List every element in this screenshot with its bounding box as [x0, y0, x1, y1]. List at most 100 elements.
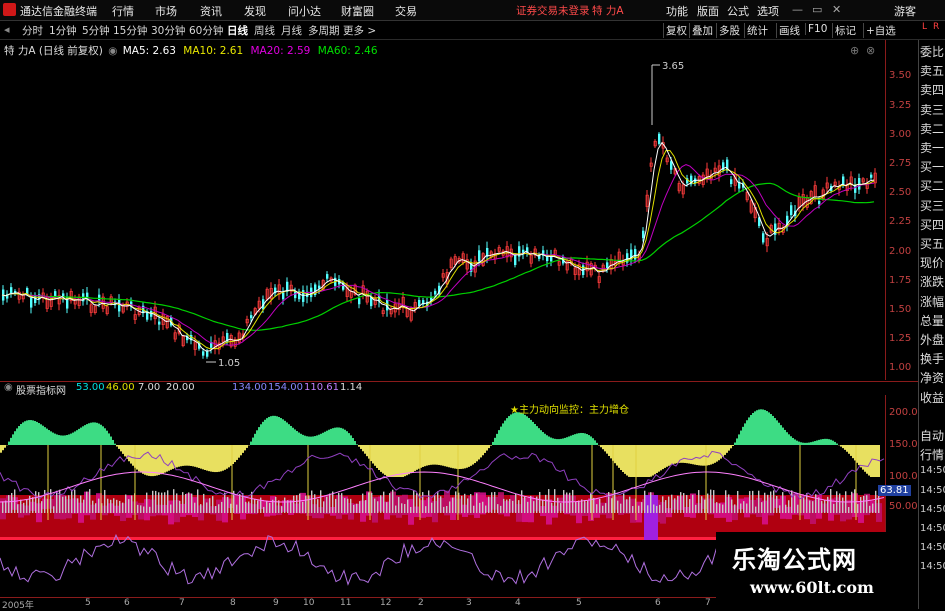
btn-biaoji[interactable]: 标记 [832, 23, 858, 38]
btn-zixuan[interactable]: +自选 [863, 23, 898, 38]
grey-bar [695, 505, 696, 513]
menu-jiaoyi[interactable]: 交易 [395, 3, 417, 19]
btn-diejia[interactable]: 叠加 [689, 23, 715, 38]
period-monthly[interactable]: 月线 [281, 23, 302, 38]
maximize-button[interactable]: ▭ [812, 3, 822, 16]
yellow-bar [244, 445, 246, 450]
nav-arrow-icon[interactable]: ◂ [4, 23, 10, 36]
grey-bar [812, 501, 813, 513]
yellow-bar [404, 445, 406, 476]
guest-label[interactable]: 游客 [894, 3, 916, 19]
period-1min[interactable]: 1分钟 [49, 23, 77, 38]
green-bar [794, 439, 796, 445]
price-chart[interactable]: 3.65 1.05 ⊕ ⊗ [0, 40, 885, 380]
green-bar [348, 433, 350, 445]
yellow-bar [426, 445, 428, 466]
menu-gongneng[interactable]: 功能 [666, 3, 688, 19]
yellow-bar [850, 445, 852, 456]
period-15min[interactable]: 15分钟 [113, 23, 147, 38]
corner-l[interactable]: L [922, 22, 927, 32]
menu-xuanxiang[interactable]: 选项 [757, 3, 779, 19]
candle-body [762, 233, 764, 242]
menu-wenxiaoda[interactable]: 问小达 [288, 3, 321, 19]
period-more[interactable]: 更多 > [343, 23, 376, 38]
grey-bar [254, 499, 255, 513]
quote-field: 14:50 [920, 465, 945, 476]
green-bar [780, 425, 782, 445]
grey-bar [662, 496, 663, 513]
green-bar [22, 422, 24, 445]
yellow-bar [658, 445, 660, 472]
grey-bar [833, 504, 834, 513]
grey-bar [227, 497, 228, 513]
green-bar [310, 437, 312, 445]
menu-gongshi[interactable]: 公式 [727, 3, 749, 19]
close-button[interactable]: ✕ [832, 3, 841, 16]
minimize-button[interactable]: — [792, 3, 803, 16]
period-weekly[interactable]: 周线 [254, 23, 275, 38]
grey-bar [416, 493, 417, 513]
ma5-value: MA5: 2.63 [123, 45, 176, 57]
green-bar [262, 422, 264, 445]
green-bar [578, 433, 580, 445]
green-bar [26, 420, 28, 445]
period-daily[interactable]: 日线 [227, 23, 248, 38]
quote-field: 买三 [920, 197, 945, 214]
menu-banmian[interactable]: 版面 [697, 3, 719, 19]
green-bar [18, 426, 20, 445]
yellow-bar [136, 445, 138, 470]
grey-bar [119, 501, 120, 513]
yellow-bar [450, 445, 452, 468]
menu-shichang[interactable]: 市场 [155, 3, 177, 19]
info-dot-icon[interactable]: ◉ [108, 45, 117, 57]
quote-field: 14:50 [920, 561, 945, 572]
green-bar [758, 410, 760, 445]
green-bar [818, 440, 820, 445]
grey-bar [38, 492, 39, 513]
grey-bar [2, 501, 3, 513]
btn-tongji[interactable]: 统计 [744, 23, 770, 38]
grey-bar [338, 493, 339, 513]
menu-caifuquan[interactable]: 财富圈 [341, 3, 374, 19]
period-multi[interactable]: 多周期 [308, 23, 340, 38]
green-bar [12, 434, 14, 445]
yellow-bar [380, 445, 382, 472]
period-60min[interactable]: 60分钟 [189, 23, 223, 38]
period-30min[interactable]: 30分钟 [151, 23, 185, 38]
grey-bar [500, 506, 501, 513]
grey-bar [353, 505, 354, 513]
btn-duogu[interactable]: 多股 [716, 23, 742, 38]
grey-bar [269, 503, 270, 513]
btn-f10[interactable]: F10 [805, 23, 829, 35]
period-5min[interactable]: 5分钟 [82, 23, 110, 38]
menu-faxian[interactable]: 发现 [244, 3, 266, 19]
candle-body [478, 250, 480, 261]
corner-r[interactable]: R [933, 22, 939, 32]
login-alert[interactable]: 证券交易未登录 [516, 3, 590, 18]
grey-bar [785, 505, 786, 513]
green-bar [812, 442, 814, 445]
yellow-bar [652, 445, 654, 476]
green-bar [746, 420, 748, 445]
btn-fuquan[interactable]: 复权 [663, 23, 689, 38]
green-bar [766, 411, 768, 445]
indicator-current-value: 63.81 [878, 485, 911, 496]
menu-hangqing[interactable]: 行情 [112, 3, 134, 19]
green-bar [582, 433, 584, 445]
yellow-bar [626, 445, 628, 475]
grey-bar [11, 493, 12, 513]
green-bar [770, 414, 772, 445]
quote-field: 买四 [920, 216, 945, 233]
btn-huaxian[interactable]: 画线 [776, 23, 802, 38]
grey-bar [230, 504, 231, 513]
indicator-dot-icon[interactable]: ◉ [4, 382, 13, 393]
grey-bar [605, 503, 606, 513]
menu-zixun[interactable]: 资讯 [200, 3, 222, 19]
green-bar [528, 418, 530, 445]
yellow-bar [654, 445, 656, 474]
grey-bar [782, 492, 783, 513]
period-fenshi[interactable]: 分时 [22, 23, 43, 38]
grey-bar [299, 494, 300, 513]
date-tick: 3 [466, 598, 472, 608]
green-bar [590, 436, 592, 445]
